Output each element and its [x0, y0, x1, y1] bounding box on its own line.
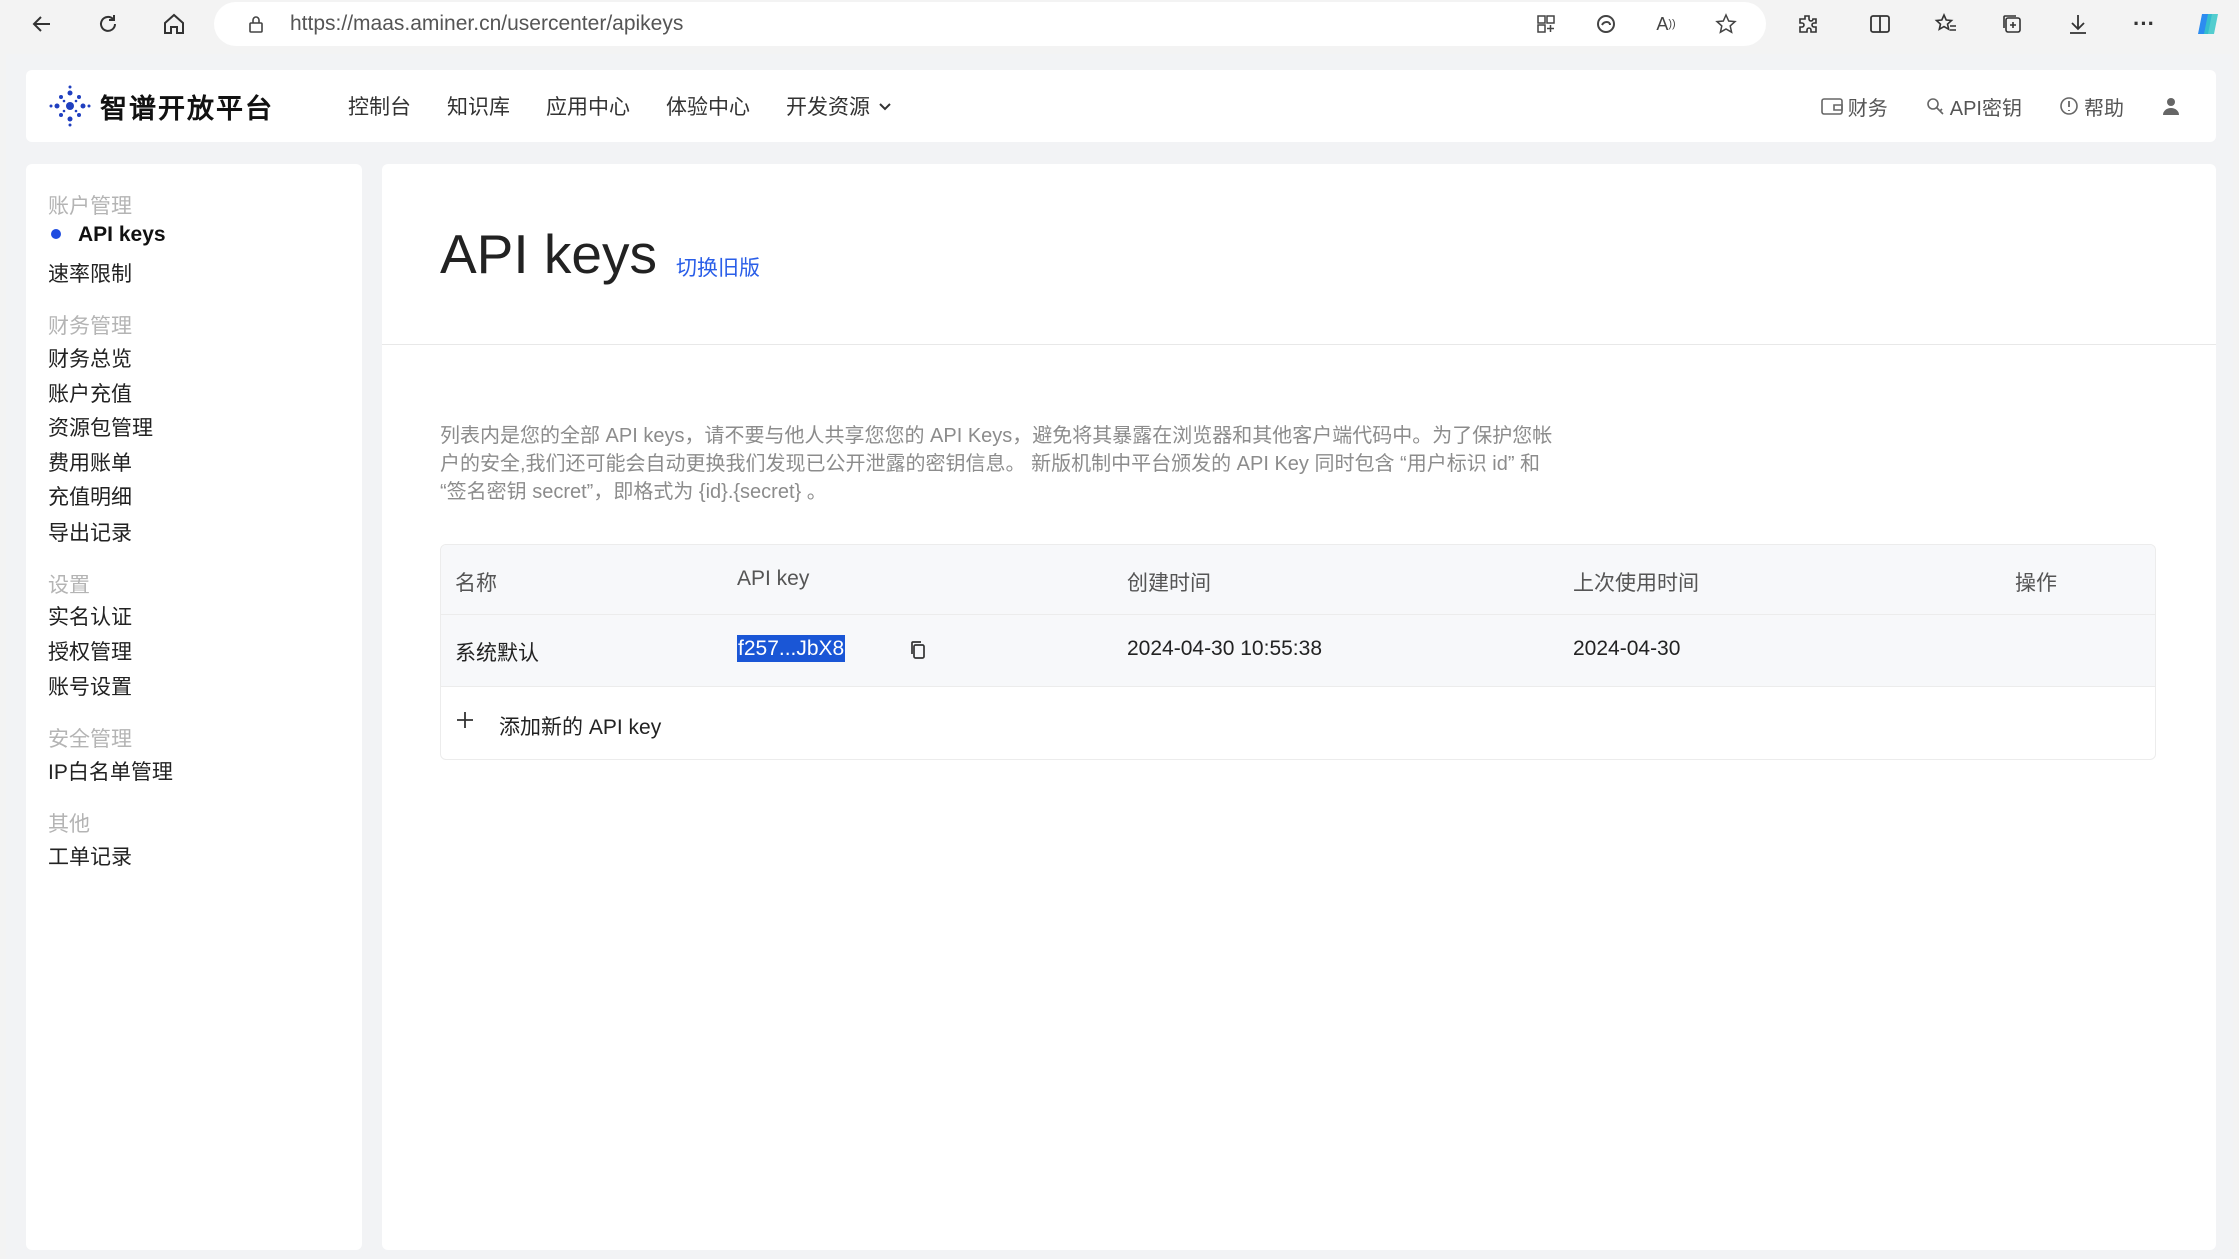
sidebar-item-resource-packs[interactable]: 资源包管理: [48, 412, 153, 442]
logo[interactable]: 智谱开放平台: [48, 84, 274, 128]
favorites-icon[interactable]: [1930, 8, 1962, 40]
sidebar-item-finance-overview[interactable]: 财务总览: [48, 343, 132, 373]
sidebar-item-api-keys[interactable]: API keys: [78, 223, 166, 247]
description-text: 列表内是您的全部 API keys，请不要与他人共享您您的 API Keys，避…: [440, 425, 1553, 503]
edge-icon[interactable]: [1592, 10, 1620, 38]
sidebar-item-recharge-details[interactable]: 充值明细: [48, 481, 132, 511]
page-title: API keys: [440, 223, 658, 285]
right-nav: 财务 API密钥 帮助: [1784, 70, 2186, 142]
column-header-api-key: API key: [737, 567, 810, 590]
sidebar-item-authorization[interactable]: 授权管理: [48, 636, 132, 666]
nav-app-center[interactable]: 应用中心: [546, 91, 630, 121]
main-content: API keys 切换旧版 列表内是您的全部 API keys，请不要与他人共享…: [382, 164, 2216, 1250]
help-link[interactable]: 帮助: [2058, 92, 2124, 121]
app-available-icon[interactable]: [1532, 10, 1560, 38]
api-key-link[interactable]: API密钥: [1924, 92, 2022, 121]
copy-icon[interactable]: [905, 637, 931, 663]
sidebar-item-tickets[interactable]: 工单记录: [48, 841, 132, 871]
top-header: 智谱开放平台 控制台 知识库 应用中心 体验中心 开发资源 财务 API密钥 帮…: [26, 70, 2216, 142]
sidebar-item-recharge[interactable]: 账户充值: [48, 378, 132, 408]
api-keys-table: 名称 API key 创建时间 上次使用时间 操作 系统默认 f257...Jb…: [440, 544, 2156, 760]
chevron-down-icon: [879, 103, 891, 111]
app-frame: 智谱开放平台 控制台 知识库 应用中心 体验中心 开发资源 财务 API密钥 帮…: [6, 54, 2233, 1259]
plus-icon: [455, 707, 475, 735]
home-icon[interactable]: [156, 6, 192, 42]
sidebar-item-account-settings[interactable]: 账号设置: [48, 671, 132, 701]
add-api-key-button[interactable]: 添加新的 API key: [441, 687, 2155, 759]
more-menu-icon[interactable]: ···: [2128, 8, 2160, 40]
table-row: 系统默认 f257...JbX8 2024-04-30 10:55:38 202…: [441, 615, 2155, 687]
sidebar-item-real-name[interactable]: 实名认证: [48, 601, 132, 631]
add-api-key-label: 添加新的 API key: [499, 716, 662, 739]
sidebar-item-rate-limit[interactable]: 速率限制: [48, 258, 132, 288]
table-header: 名称 API key 创建时间 上次使用时间 操作: [441, 545, 2155, 615]
browser-toolbar: https://maas.aminer.cn/usercenter/apikey…: [0, 0, 2239, 48]
sidebar-item-export-records[interactable]: 导出记录: [48, 517, 132, 547]
api-key-value[interactable]: f257...JbX8: [737, 635, 846, 662]
group-title-settings: 设置: [48, 574, 90, 597]
nav-dev-resources-label: 开发资源: [786, 96, 870, 119]
switch-old-version-link[interactable]: 切换旧版: [676, 252, 760, 282]
divider: [382, 344, 2216, 345]
sidebar-item-bills[interactable]: 费用账单: [48, 447, 132, 477]
help-icon: [2060, 97, 2078, 115]
row-created-time: 2024-04-30 10:55:38: [1127, 637, 1322, 660]
read-aloud-icon[interactable]: A)): [1652, 10, 1680, 38]
nav-console[interactable]: 控制台: [348, 91, 411, 121]
nav-experience-center[interactable]: 体验中心: [666, 91, 750, 121]
collections-icon[interactable]: [1996, 8, 2028, 40]
split-screen-icon[interactable]: [1864, 8, 1896, 40]
group-title-account: 账户管理: [48, 195, 132, 218]
user-avatar[interactable]: [2160, 95, 2186, 117]
logo-text: 智谱开放平台: [100, 93, 274, 124]
extensions-icon[interactable]: [1792, 8, 1824, 40]
group-title-finance: 财务管理: [48, 315, 132, 338]
address-bar[interactable]: https://maas.aminer.cn/usercenter/apikey…: [214, 2, 1766, 46]
group-title-other: 其他: [48, 813, 90, 836]
zhipu-logo-icon: [49, 85, 91, 127]
refresh-icon[interactable]: [90, 6, 126, 42]
help-label: 帮助: [2084, 97, 2124, 120]
finance-label: 财务: [1847, 97, 1888, 120]
lock-icon[interactable]: [242, 10, 270, 38]
sidebar-item-ip-whitelist[interactable]: IP白名单管理: [48, 756, 173, 786]
sidebar: 账户管理 API keys 速率限制 财务管理 财务总览 账户充值 资源包管理 …: [26, 164, 362, 1250]
finance-link[interactable]: 财务: [1820, 92, 1888, 121]
column-header-created: 创建时间: [1127, 572, 1211, 595]
user-icon: [2163, 98, 2179, 115]
column-header-last-used: 上次使用时间: [1573, 572, 1699, 595]
copilot-icon[interactable]: [2192, 8, 2224, 40]
url-text[interactable]: https://maas.aminer.cn/usercenter/apikey…: [290, 12, 683, 36]
wallet-icon: [1820, 98, 1843, 115]
favorite-star-icon[interactable]: [1712, 10, 1740, 38]
nav-dev-resources[interactable]: 开发资源: [786, 91, 894, 121]
nav-knowledge-base[interactable]: 知识库: [447, 91, 510, 121]
back-icon[interactable]: [24, 6, 60, 42]
main-nav: 控制台 知识库 应用中心 体验中心 开发资源: [348, 70, 930, 142]
column-header-name: 名称: [455, 572, 497, 595]
row-name: 系统默认: [455, 642, 539, 665]
group-title-security: 安全管理: [48, 728, 132, 751]
downloads-icon[interactable]: [2062, 8, 2094, 40]
row-last-used-time: 2024-04-30: [1573, 637, 1681, 660]
key-icon: [1926, 98, 1944, 115]
active-indicator: [51, 229, 61, 239]
column-header-actions: 操作: [2015, 572, 2057, 595]
row-api-key[interactable]: f257...JbX8: [737, 635, 846, 662]
api-key-label: API密钥: [1949, 97, 2022, 120]
